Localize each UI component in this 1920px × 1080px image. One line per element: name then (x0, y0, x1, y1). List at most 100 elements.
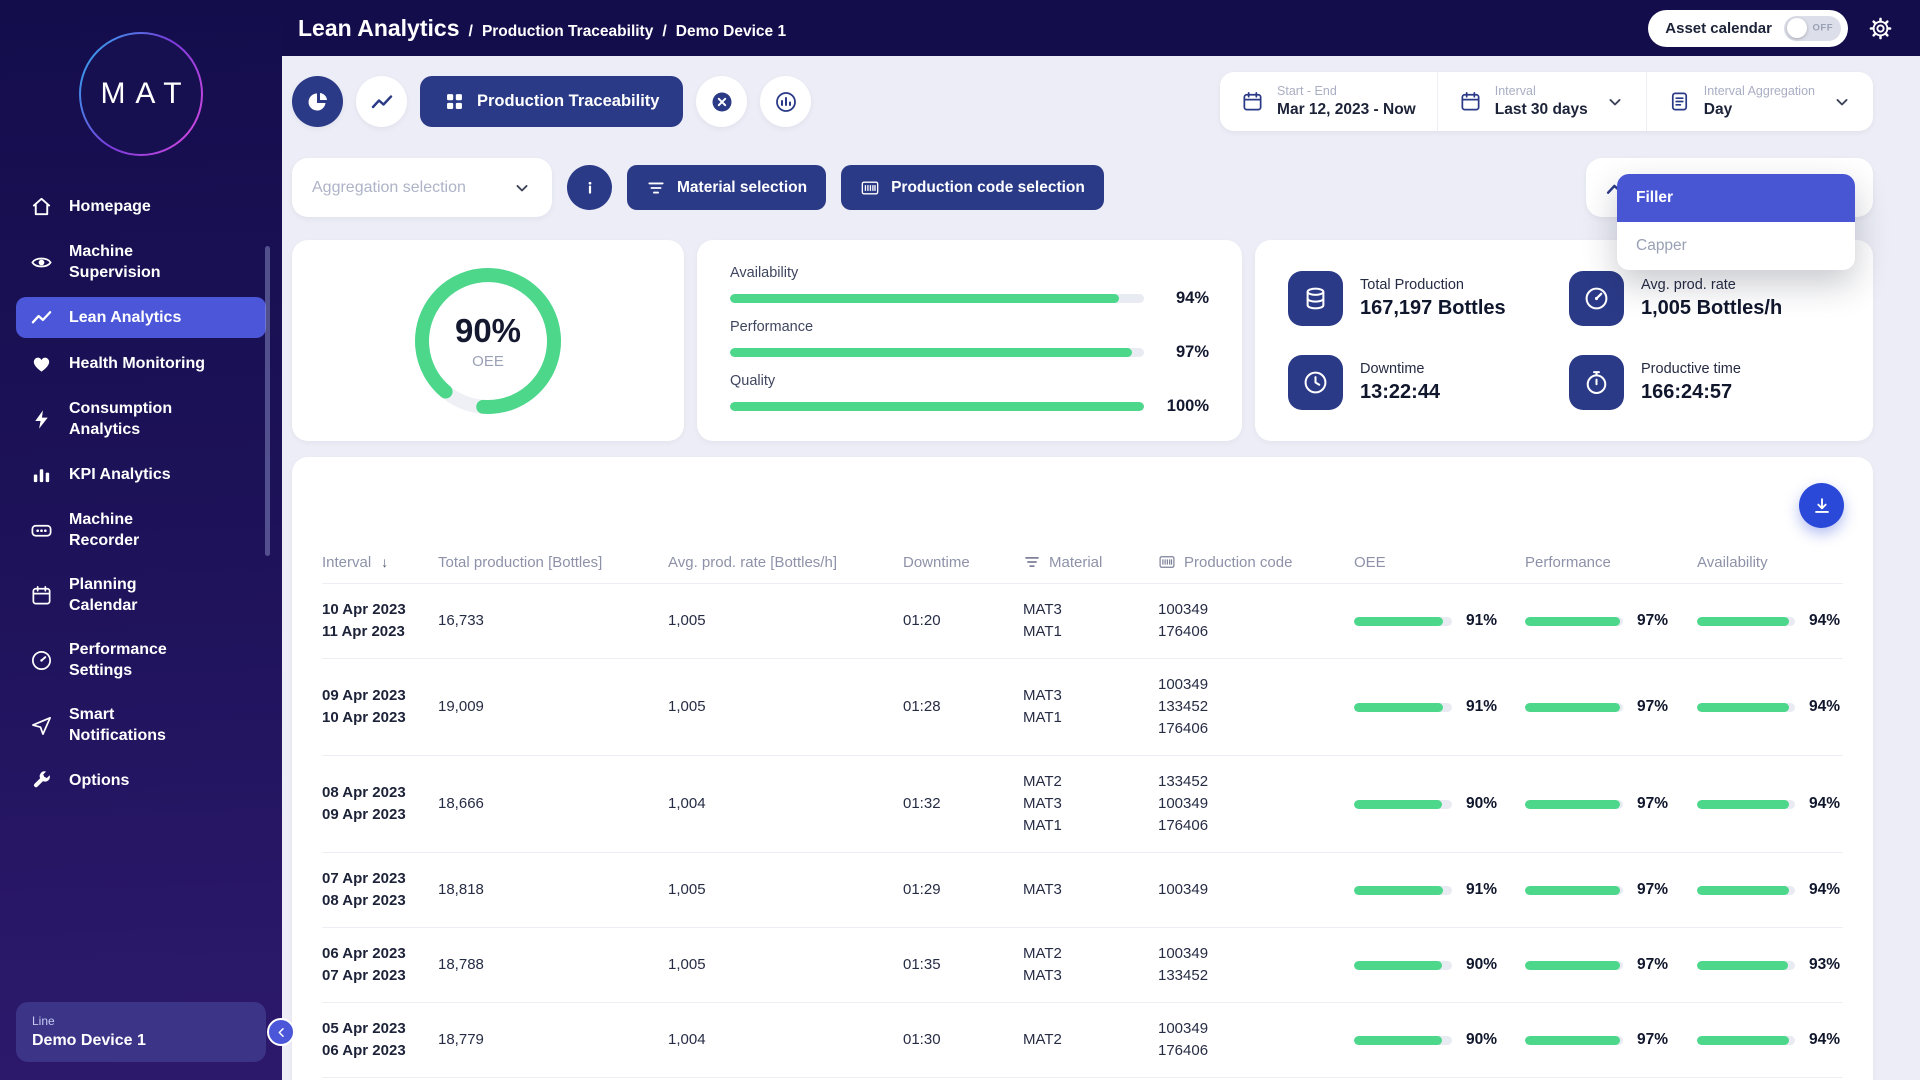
clear-selection-button[interactable] (696, 76, 747, 127)
cell-downtime: 01:32 (903, 793, 1023, 815)
clockBack-icon (1302, 369, 1329, 396)
aggregation-select[interactable]: Aggregation selection (292, 158, 552, 217)
interval-control[interactable]: Interval Last 30 days (1437, 72, 1646, 131)
cell-interval: 09 Apr 202310 Apr 2023 (322, 685, 438, 729)
pie-chart-view-button[interactable] (292, 76, 343, 127)
cell-total-production: 16,733 (438, 610, 668, 632)
gear-icon[interactable] (1868, 16, 1893, 41)
oee-gauge-label: OEE (472, 353, 504, 370)
breadcrumb-section[interactable]: Production Traceability (482, 23, 653, 41)
percent-value: 94% (1809, 610, 1840, 632)
cell-downtime: 01:28 (903, 696, 1023, 718)
kpi-bar-track (730, 402, 1144, 411)
table-row[interactable]: 09 Apr 202310 Apr 202319,0091,00501:28MA… (322, 658, 1843, 755)
column-header-availability[interactable]: Availability (1697, 554, 1843, 571)
column-header-oee[interactable]: OEE (1354, 554, 1525, 571)
gaugeIcon-icon (30, 649, 53, 672)
header-right: Asset calendar OFF (1648, 10, 1893, 47)
cell-interval: 10 Apr 202311 Apr 2023 (322, 599, 438, 643)
cell-interval: 06 Apr 202307 Apr 2023 (322, 943, 438, 987)
column-header-downtime[interactable]: Downtime (903, 554, 1023, 571)
sidebar-item-performance-settings[interactable]: Performance Settings (16, 630, 266, 690)
table-row[interactable]: 08 Apr 202309 Apr 202318,6661,00401:32MA… (322, 755, 1843, 852)
trend-view-button[interactable] (356, 76, 407, 127)
production-traceability-button[interactable]: Production Traceability (420, 76, 683, 127)
breadcrumb-device[interactable]: Demo Device 1 (676, 23, 786, 41)
traceability-table-card: Interval↓Total production [Bottles]Avg. … (292, 457, 1873, 1080)
column-header-material[interactable]: Material (1023, 553, 1158, 571)
cell-total-production: 18,788 (438, 954, 668, 976)
sidebar-item-kpi-analytics[interactable]: KPI Analytics (16, 454, 266, 495)
sidebar-item-homepage[interactable]: Homepage (16, 186, 266, 227)
percent-bar-track (1697, 886, 1795, 895)
circleX-icon (710, 90, 734, 114)
dropdown-option-filler[interactable]: Filler (1617, 174, 1855, 222)
table-row[interactable]: 10 Apr 202311 Apr 202316,7331,00501:20MA… (322, 583, 1843, 658)
date-range-control[interactable]: Start - End Mar 12, 2023 - Now (1220, 72, 1437, 131)
download-button[interactable] (1799, 483, 1844, 528)
device-card[interactable]: Line Demo Device 1 (16, 1002, 266, 1062)
page-content: Production Traceability Start - End Mar … (282, 56, 1920, 1080)
sidebar-item-planning-calendar[interactable]: Planning Calendar (16, 565, 266, 625)
column-header-production-code[interactable]: Production code (1158, 553, 1354, 571)
sidebar-item-machine-supervision[interactable]: Machine Supervision (16, 232, 266, 292)
asset-calendar-label: Asset calendar (1665, 20, 1772, 37)
sidebar-scrollbar[interactable] (265, 246, 270, 556)
breadcrumb: Lean Analytics / Production Traceability… (298, 15, 786, 42)
button-label: Production Traceability (477, 92, 659, 111)
percent-value: 93% (1809, 954, 1840, 976)
dropdown-option-capper[interactable]: Capper (1617, 222, 1855, 270)
kpi-bar-label: Availability (730, 265, 1209, 281)
document-icon (1668, 90, 1691, 113)
sidebar-item-health-monitoring[interactable]: Health Monitoring (16, 343, 266, 384)
main-column: Lean Analytics / Production Traceability… (282, 0, 1920, 1080)
asset-calendar-pill: Asset calendar OFF (1648, 10, 1848, 47)
cell-downtime: 01:29 (903, 879, 1023, 901)
column-label: Production code (1184, 554, 1292, 571)
sidebar-nav: Homepage Machine Supervision Lean Analyt… (0, 178, 282, 994)
breadcrumb-root[interactable]: Lean Analytics (298, 15, 459, 42)
sidebar-collapse-button[interactable] (267, 1018, 295, 1046)
column-header-interval[interactable]: Interval↓ (322, 554, 438, 571)
percent-bar-track (1354, 617, 1452, 626)
column-header-performance[interactable]: Performance (1525, 554, 1697, 571)
material-icon (646, 178, 666, 198)
cell-interval: 05 Apr 202306 Apr 2023 (322, 1018, 438, 1062)
percent-value: 97% (1637, 954, 1668, 976)
cell-material: MAT3MAT1 (1023, 685, 1158, 729)
kpi-bar-label: Quality (730, 373, 1209, 389)
bolt-icon (30, 408, 53, 431)
percent-bar-track (1354, 703, 1452, 712)
toolbar-row: Production Traceability Start - End Mar … (292, 72, 1873, 131)
cell-material: MAT2MAT3 (1023, 943, 1158, 987)
date-range-value: Mar 12, 2023 - Now (1277, 101, 1416, 119)
table-row[interactable]: 06 Apr 202307 Apr 202318,7881,00501:35MA… (322, 927, 1843, 1002)
material-selection-button[interactable]: Material selection (627, 165, 826, 210)
report-view-button[interactable] (760, 76, 811, 127)
stat-downtime: Downtime13:22:44 (1288, 355, 1559, 410)
sidebar-item-consumption-analytics[interactable]: Consumption Analytics (16, 389, 266, 449)
range-controls: Start - End Mar 12, 2023 - Now Interval … (1220, 72, 1873, 131)
column-header-avg-prod-rate-bottles-h[interactable]: Avg. prod. rate [Bottles/h] (668, 554, 903, 571)
stat-value: 166:24:57 (1641, 381, 1741, 404)
cell-production-code: 133452100349176406 (1158, 771, 1354, 837)
production-code-selection-button[interactable]: Production code selection (841, 165, 1104, 210)
info-button[interactable] (567, 165, 612, 210)
cell-total-production: 19,009 (438, 696, 668, 718)
asset-calendar-toggle[interactable]: OFF (1784, 16, 1841, 41)
sidebar-item-smart-notifications[interactable]: Smart Notifications (16, 695, 266, 755)
sidebar-item-lean-analytics[interactable]: Lean Analytics (16, 297, 266, 338)
column-label: Interval (322, 554, 371, 571)
sidebar-item-options[interactable]: Options (16, 760, 266, 801)
filter-row: Aggregation selection Material selection… (292, 158, 1873, 217)
interval-aggregation-control[interactable]: Interval Aggregation Day (1646, 72, 1873, 131)
cell-material: MAT2MAT3MAT1 (1023, 771, 1158, 837)
calendar-icon (1241, 90, 1264, 113)
sidebar-item-machine-recorder[interactable]: Machine Recorder (16, 500, 266, 560)
column-header-total-production-bottles[interactable]: Total production [Bottles] (438, 554, 668, 571)
oee-gauge-card: 90% OEE (292, 240, 684, 441)
trend-icon (30, 306, 53, 329)
table-row[interactable]: 07 Apr 202308 Apr 202318,8181,00501:29MA… (322, 852, 1843, 927)
table-row[interactable]: 05 Apr 202306 Apr 202318,7791,00401:30MA… (322, 1002, 1843, 1078)
cell-production-code: 100349176406 (1158, 599, 1354, 643)
